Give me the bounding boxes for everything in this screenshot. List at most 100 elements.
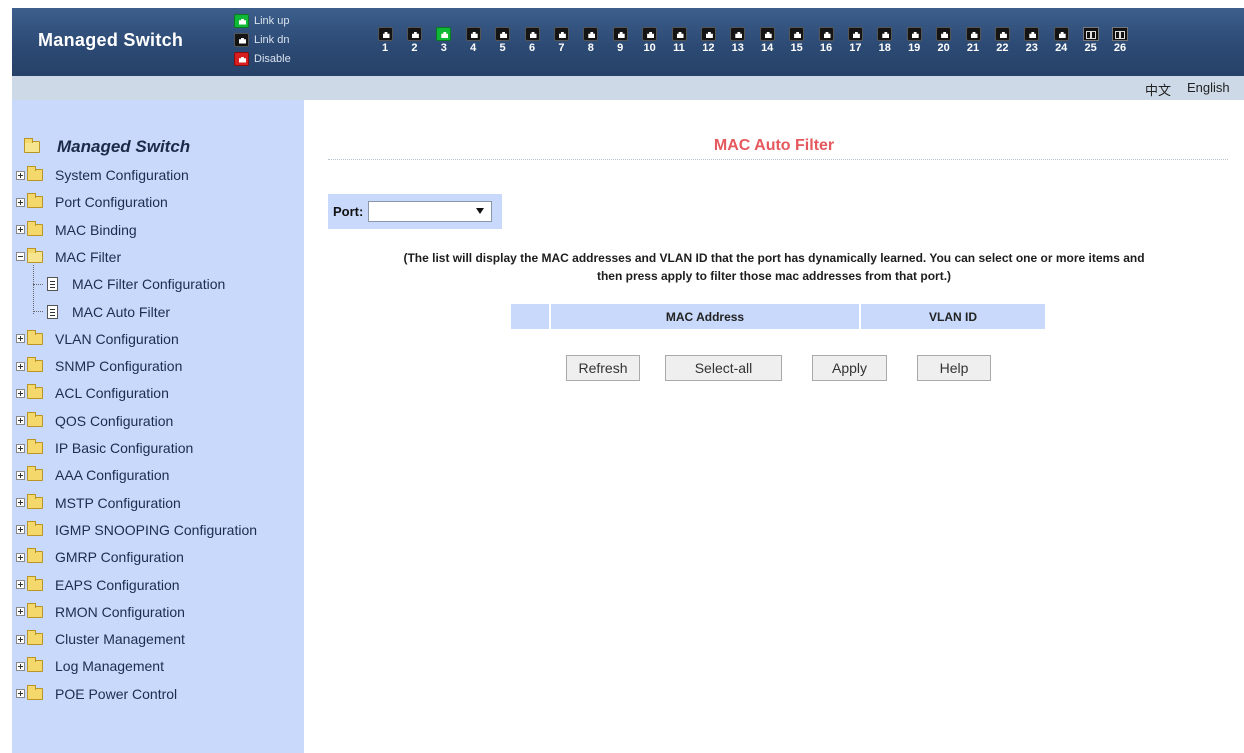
sidebar-item-acl-configuration[interactable]: ACL Configuration bbox=[16, 380, 169, 406]
expand-icon[interactable] bbox=[16, 525, 25, 535]
port-22[interactable]: 22 bbox=[989, 27, 1015, 54]
ethernet-port-icon bbox=[877, 27, 893, 41]
port-17[interactable]: 17 bbox=[842, 27, 868, 54]
expand-icon[interactable] bbox=[16, 361, 25, 371]
expand-icon[interactable] bbox=[16, 661, 25, 671]
expand-icon[interactable] bbox=[16, 197, 25, 207]
sidebar-item-gmrp-configuration[interactable]: GMRP Configuration bbox=[16, 544, 184, 570]
main-content: MAC Auto Filter Port: (The list will dis… bbox=[304, 100, 1244, 753]
sfp-port-icon bbox=[1112, 27, 1128, 41]
open-folder-icon bbox=[27, 247, 43, 263]
port-9[interactable]: 9 bbox=[607, 27, 633, 54]
port-16[interactable]: 16 bbox=[813, 27, 839, 54]
sidebar-item-vlan-configuration[interactable]: VLAN Configuration bbox=[16, 326, 179, 352]
port-25[interactable]: 25 bbox=[1078, 27, 1104, 54]
folder-icon bbox=[27, 466, 43, 482]
tree-root[interactable]: Managed Switch bbox=[22, 137, 190, 157]
port-5[interactable]: 5 bbox=[490, 27, 516, 54]
port-number: 11 bbox=[673, 42, 685, 54]
port-11[interactable]: 11 bbox=[666, 27, 692, 54]
sidebar-item-snmp-configuration[interactable]: SNMP Configuration bbox=[16, 353, 182, 379]
sidebar-item-ip-basic-configuration[interactable]: IP Basic Configuration bbox=[16, 435, 193, 461]
expand-icon[interactable] bbox=[16, 498, 25, 508]
port-13[interactable]: 13 bbox=[725, 27, 751, 54]
folder-icon bbox=[27, 520, 43, 536]
expand-icon[interactable] bbox=[16, 580, 25, 589]
expand-icon[interactable] bbox=[16, 443, 25, 453]
ethernet-port-icon bbox=[789, 27, 805, 41]
language-english-link[interactable]: English bbox=[1187, 80, 1230, 95]
port-label: Port: bbox=[333, 204, 364, 219]
sidebar-subitem-label: MAC Auto Filter bbox=[72, 303, 171, 320]
expand-icon[interactable] bbox=[16, 388, 25, 398]
sidebar-item-mac-filter[interactable]: MAC Filter bbox=[16, 244, 121, 270]
sidebar-item-igmp-snooping-configuration[interactable]: IGMP SNOOPING Configuration bbox=[16, 517, 257, 543]
ethernet-port-icon bbox=[671, 27, 687, 41]
sidebar-item-label: VLAN Configuration bbox=[55, 330, 179, 347]
instruction-note: (The list will display the MAC addresses… bbox=[304, 249, 1244, 285]
port-26[interactable]: 26 bbox=[1107, 27, 1133, 54]
sidebar-item-cluster-management[interactable]: Cluster Management bbox=[16, 626, 185, 652]
folder-icon bbox=[27, 357, 43, 373]
port-8[interactable]: 8 bbox=[578, 27, 604, 54]
expand-icon[interactable] bbox=[16, 689, 25, 699]
port-23[interactable]: 23 bbox=[1019, 27, 1045, 54]
port-14[interactable]: 14 bbox=[754, 27, 780, 54]
sidebar-item-mstp-configuration[interactable]: MSTP Configuration bbox=[16, 490, 181, 516]
port-6[interactable]: 6 bbox=[519, 27, 545, 54]
port-18[interactable]: 18 bbox=[872, 27, 898, 54]
select-all-button[interactable]: Select-all bbox=[665, 355, 782, 381]
sidebar-item-qos-configuration[interactable]: QOS Configuration bbox=[16, 408, 173, 434]
sidebar-subitem-mac-auto-filter[interactable]: MAC Auto Filter bbox=[33, 299, 170, 325]
ethernet-port-icon bbox=[495, 27, 511, 41]
sidebar-item-system-configuration[interactable]: System Configuration bbox=[16, 162, 189, 188]
sidebar-subitem-mac-filter-configuration[interactable]: MAC Filter Configuration bbox=[33, 271, 225, 297]
sidebar-item-label: System Configuration bbox=[55, 167, 189, 183]
port-21[interactable]: 21 bbox=[960, 27, 986, 54]
sidebar-item-label: Cluster Management bbox=[55, 631, 185, 648]
sidebar-item-aaa-configuration[interactable]: AAA Configuration bbox=[16, 462, 169, 488]
select-column-header bbox=[511, 304, 549, 329]
port-15[interactable]: 15 bbox=[784, 27, 810, 54]
port-number: 4 bbox=[470, 42, 477, 54]
expand-icon[interactable] bbox=[16, 334, 25, 344]
folder-icon bbox=[27, 329, 43, 345]
port-4[interactable]: 4 bbox=[460, 27, 486, 54]
apply-button[interactable]: Apply bbox=[812, 355, 887, 381]
port-20[interactable]: 20 bbox=[931, 27, 957, 54]
port-2[interactable]: 2 bbox=[401, 27, 427, 54]
open-folder-icon bbox=[24, 138, 40, 153]
sidebar-item-log-management[interactable]: Log Management bbox=[16, 653, 164, 679]
port-12[interactable]: 12 bbox=[695, 27, 721, 54]
sidebar-item-eaps-configuration[interactable]: EAPS Configuration bbox=[16, 572, 180, 598]
ethernet-port-icon bbox=[1053, 27, 1069, 41]
port-24[interactable]: 24 bbox=[1048, 27, 1074, 54]
expand-icon[interactable] bbox=[16, 607, 25, 617]
ethernet-port-icon bbox=[700, 27, 716, 41]
port-number: 13 bbox=[731, 42, 744, 54]
expand-icon[interactable] bbox=[16, 634, 25, 644]
language-chinese-link[interactable]: 中文 bbox=[1145, 80, 1171, 99]
help-button[interactable]: Help bbox=[917, 355, 991, 381]
expand-icon[interactable] bbox=[16, 170, 25, 180]
instruction-line: then press apply to filter those mac add… bbox=[596, 269, 952, 283]
collapse-icon[interactable] bbox=[16, 252, 25, 262]
expand-icon[interactable] bbox=[16, 416, 25, 426]
sidebar-item-rmon-configuration[interactable]: RMON Configuration bbox=[16, 599, 185, 625]
port-10[interactable]: 10 bbox=[637, 27, 663, 54]
port-number: 25 bbox=[1084, 42, 1097, 54]
port-select[interactable] bbox=[368, 201, 493, 222]
refresh-button[interactable]: Refresh bbox=[566, 355, 640, 381]
expand-icon[interactable] bbox=[16, 552, 25, 562]
port-19[interactable]: 19 bbox=[901, 27, 927, 54]
expand-icon[interactable] bbox=[16, 470, 25, 480]
sidebar-item-port-configuration[interactable]: Port Configuration bbox=[16, 189, 168, 215]
port-1[interactable]: 1 bbox=[372, 27, 398, 54]
sidebar-item-mac-binding[interactable]: MAC Binding bbox=[16, 217, 137, 243]
expand-icon[interactable] bbox=[16, 225, 25, 235]
page-title: MAC Auto Filter bbox=[713, 137, 835, 154]
tree-root-label: Managed Switch bbox=[57, 137, 191, 156]
sidebar-item-poe-power-control[interactable]: POE Power Control bbox=[16, 681, 177, 707]
port-7[interactable]: 7 bbox=[548, 27, 574, 54]
port-3[interactable]: 3 bbox=[431, 27, 457, 54]
